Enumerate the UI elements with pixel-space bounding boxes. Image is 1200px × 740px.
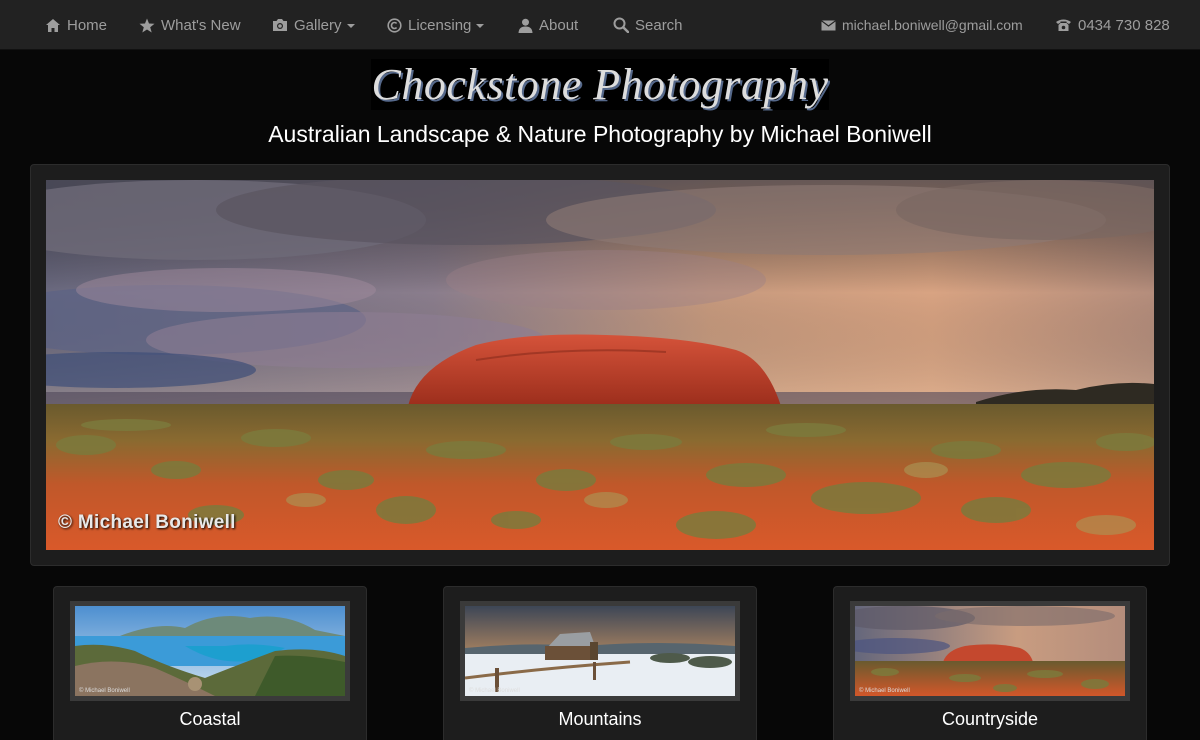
nav-home[interactable]: Home — [45, 0, 107, 50]
category-label-mountains: Mountains — [558, 709, 642, 729]
nav-licensing[interactable]: Licensing — [387, 0, 485, 50]
nav-whats-new-label: What's New — [161, 16, 241, 34]
copyright-icon — [387, 17, 402, 33]
user-icon — [518, 18, 533, 33]
top-navbar: Home What's New Gallery Licensing About … — [0, 0, 1200, 50]
countryside-image — [855, 606, 1125, 696]
chevron-down-icon — [346, 24, 355, 28]
phone-icon — [1056, 19, 1071, 31]
chevron-down-icon — [476, 24, 485, 28]
site-logo[interactable]: Chockstone Photography — [371, 59, 829, 110]
phone-number: 0434 730 828 — [1078, 16, 1170, 34]
thumbnail-watermark: © Michael Boniwell — [469, 688, 520, 694]
site-tagline: Australian Landscape & Nature Photograph… — [268, 121, 932, 147]
site-title: Chockstone Photography — [371, 60, 829, 109]
hero-watermark: © Michael Boniwell — [58, 512, 236, 533]
nav-licensing-label: Licensing — [408, 16, 472, 34]
hero-image[interactable]: © Michael Boniwell — [46, 180, 1154, 550]
nav-about[interactable]: About — [518, 0, 578, 50]
nav-gallery[interactable]: Gallery — [272, 0, 355, 50]
nav-about-label: About — [539, 16, 579, 34]
category-card-coastal[interactable]: © Michael Boniwell Coastal — [53, 586, 367, 740]
category-card-mountains[interactable]: © Michael Boniwell Mountains — [443, 586, 757, 740]
search-icon — [613, 17, 629, 33]
camera-icon — [273, 19, 287, 31]
mountains-thumbnail[interactable]: © Michael Boniwell — [460, 601, 740, 701]
nav-whats-new[interactable]: What's New — [139, 0, 241, 50]
category-label-countryside: Countryside — [941, 709, 1039, 729]
nav-email[interactable]: michael.boniwell@gmail.com — [821, 0, 1023, 50]
mountains-image — [465, 606, 735, 696]
category-label-coastal: Coastal — [179, 709, 241, 729]
uluru-panorama — [46, 180, 1154, 550]
category-card-countryside[interactable]: © Michael Boniwell Countryside — [833, 586, 1147, 740]
email-address: michael.boniwell@gmail.com — [842, 17, 1023, 33]
nav-phone[interactable]: 0434 730 828 — [1055, 0, 1170, 50]
nav-search[interactable]: Search — [613, 0, 683, 50]
nav-gallery-label: Gallery — [294, 16, 342, 34]
home-icon — [46, 18, 60, 32]
nav-home-label: Home — [67, 16, 108, 34]
star-icon — [139, 18, 155, 32]
thumbnail-watermark: © Michael Boniwell — [859, 688, 910, 694]
coastal-thumbnail[interactable]: © Michael Boniwell — [70, 601, 350, 701]
coastal-image — [75, 606, 345, 696]
countryside-thumbnail[interactable]: © Michael Boniwell — [850, 601, 1130, 701]
envelope-icon — [821, 19, 836, 30]
nav-search-label: Search — [635, 16, 683, 34]
hero-panel: © Michael Boniwell — [30, 164, 1170, 566]
thumbnail-watermark: © Michael Boniwell — [79, 688, 130, 694]
